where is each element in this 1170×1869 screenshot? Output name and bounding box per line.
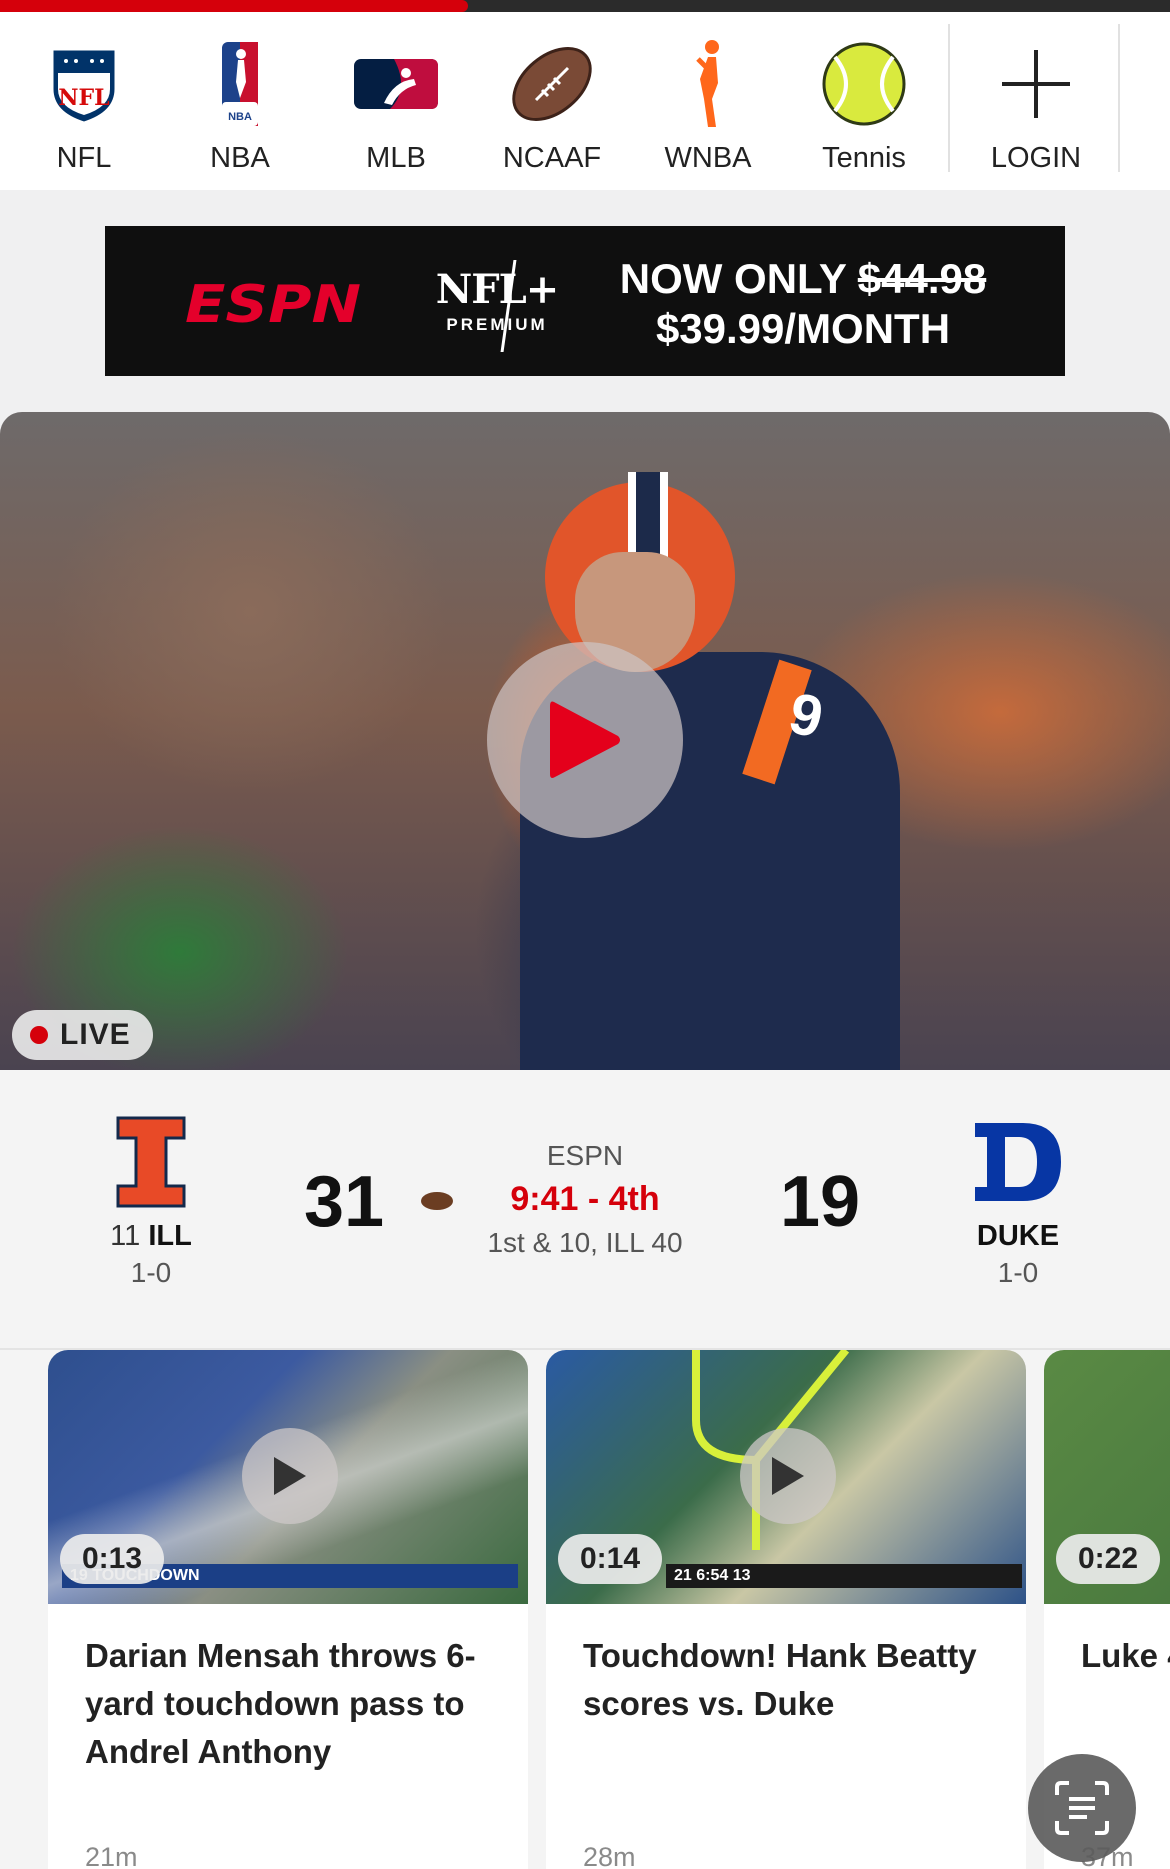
ad-now-only: NOW ONLY xyxy=(619,255,858,302)
svg-text:NFL: NFL xyxy=(58,85,109,111)
highlight-thumbnail: 21 6:54 13 0:14 xyxy=(546,1350,1026,1604)
login-label: LOGIN xyxy=(990,142,1082,174)
highlight-thumbnail: 0:22 xyxy=(1044,1350,1170,1604)
premium-text: PREMIUM xyxy=(446,315,548,334)
play-icon xyxy=(772,1457,804,1495)
video-play-button[interactable] xyxy=(740,1428,836,1524)
nfl-plus-logo: NFL+ PREMIUM xyxy=(427,266,567,335)
nav-divider xyxy=(1118,24,1120,172)
ad-old-price: $44.98 xyxy=(857,255,987,302)
wnba-logo-icon xyxy=(630,34,786,134)
home-score: 31 xyxy=(304,1162,385,1242)
nav-item-tennis[interactable]: Tennis xyxy=(786,24,942,174)
live-badge: LIVE xyxy=(12,1010,153,1060)
top-progress-fill xyxy=(0,0,468,12)
ad-new-price: $39.99/MONTH xyxy=(655,305,951,352)
plus-icon xyxy=(956,34,1116,134)
game-status: ESPN 9:41 - 4th 1st & 10, ILL 40 xyxy=(450,1140,720,1259)
away-team-name: DUKE xyxy=(976,1220,1060,1252)
home-team-name: 11 ILL xyxy=(110,1220,192,1252)
highlight-title[interactable]: Luke 4-yar pass xyxy=(1081,1632,1170,1680)
sports-nav: NFL NFL NBA NBA MLB NCAAF WNBA Tennis LO… xyxy=(0,12,1170,190)
nav-label: Tennis xyxy=(822,142,906,174)
live-label: LIVE xyxy=(60,1018,131,1051)
live-text-scan-button[interactable] xyxy=(1028,1754,1136,1862)
play-icon xyxy=(550,701,620,778)
highlights-carousel[interactable]: 19 TOUCHDOWN 0:13 Darian Mensah throws 6… xyxy=(0,1348,1170,1869)
home-team[interactable]: 11 ILL 1-0 xyxy=(76,1116,226,1289)
highlight-card[interactable]: 19 TOUCHDOWN 0:13 Darian Mensah throws 6… xyxy=(48,1350,528,1869)
login-button[interactable]: LOGIN xyxy=(956,24,1116,174)
nav-label: MLB xyxy=(366,142,426,174)
espn-logo: ESPN xyxy=(185,275,365,335)
football-icon xyxy=(474,34,630,134)
top-progress-bar xyxy=(0,0,1170,12)
highlight-time-ago: 21m xyxy=(85,1842,138,1869)
duke-logo-icon xyxy=(943,1116,1093,1208)
away-team[interactable]: DUKE 1-0 xyxy=(943,1116,1093,1289)
ad-banner[interactable]: ESPN NFL+ PREMIUM NOW ONLY $44.98 $39.99… xyxy=(105,226,1065,376)
nav-divider xyxy=(948,24,950,172)
tv-scorebug: 21 6:54 13 xyxy=(666,1564,1022,1588)
highlight-title[interactable]: Darian Mensah throws 6-yard touchdown pa… xyxy=(85,1632,495,1776)
video-duration: 0:14 xyxy=(558,1534,663,1584)
nav-label: NFL xyxy=(56,142,112,174)
nav-label: WNBA xyxy=(664,142,752,174)
video-play-button[interactable] xyxy=(242,1428,338,1524)
nav-item-wnba[interactable]: WNBA xyxy=(630,24,786,174)
nav-item-nba[interactable]: NBA NBA xyxy=(162,24,318,174)
home-team-record: 1-0 xyxy=(130,1257,172,1288)
nfl-logo-icon: NFL xyxy=(6,34,162,134)
hero-video[interactable]: 9 LIVE xyxy=(0,412,1170,1070)
nav-label: NBA xyxy=(210,142,270,174)
video-duration: 0:13 xyxy=(60,1534,165,1584)
svg-text:NBA: NBA xyxy=(228,111,252,123)
nav-label: NCAAF xyxy=(502,142,602,174)
play-icon xyxy=(274,1457,306,1495)
nba-logo-icon: NBA xyxy=(162,34,318,134)
nfl-plus-text: NFL+ xyxy=(435,266,560,313)
tennis-ball-icon xyxy=(786,34,942,134)
down-and-distance: 1st & 10, ILL 40 xyxy=(487,1227,683,1258)
live-dot-icon xyxy=(30,1026,48,1044)
away-score: 19 xyxy=(780,1162,861,1242)
highlight-thumbnail: 19 TOUCHDOWN 0:13 xyxy=(48,1350,528,1604)
mlb-logo-icon xyxy=(318,34,474,134)
nav-item-nfl[interactable]: NFL NFL xyxy=(6,24,162,174)
highlight-time-ago: 28m xyxy=(583,1842,636,1869)
illinois-logo-icon xyxy=(76,1116,226,1208)
text-scan-icon xyxy=(1055,1781,1109,1835)
away-team-record: 1-0 xyxy=(997,1257,1039,1288)
nav-item-ncaaf[interactable]: NCAAF xyxy=(474,24,630,174)
game-clock: 9:41 - 4th xyxy=(510,1180,660,1218)
svg-text:ESPN: ESPN xyxy=(185,280,361,328)
play-button[interactable] xyxy=(487,642,683,838)
game-scoreboard[interactable]: 11 ILL 1-0 31 ESPN 9:41 - 4th 1st & 10, … xyxy=(0,1070,1170,1348)
possession-football-icon xyxy=(420,1190,454,1217)
broadcast-network: ESPN xyxy=(546,1140,624,1171)
highlight-card[interactable]: 21 6:54 13 0:14 Touchdown! Hank Beatty s… xyxy=(546,1350,1026,1869)
ad-copy: NOW ONLY $44.98 $39.99/MONTH xyxy=(583,254,1023,354)
highlight-title[interactable]: Touchdown! Hank Beatty scores vs. Duke xyxy=(583,1632,993,1728)
video-duration: 0:22 xyxy=(1056,1534,1161,1584)
nav-item-mlb[interactable]: MLB xyxy=(318,24,474,174)
